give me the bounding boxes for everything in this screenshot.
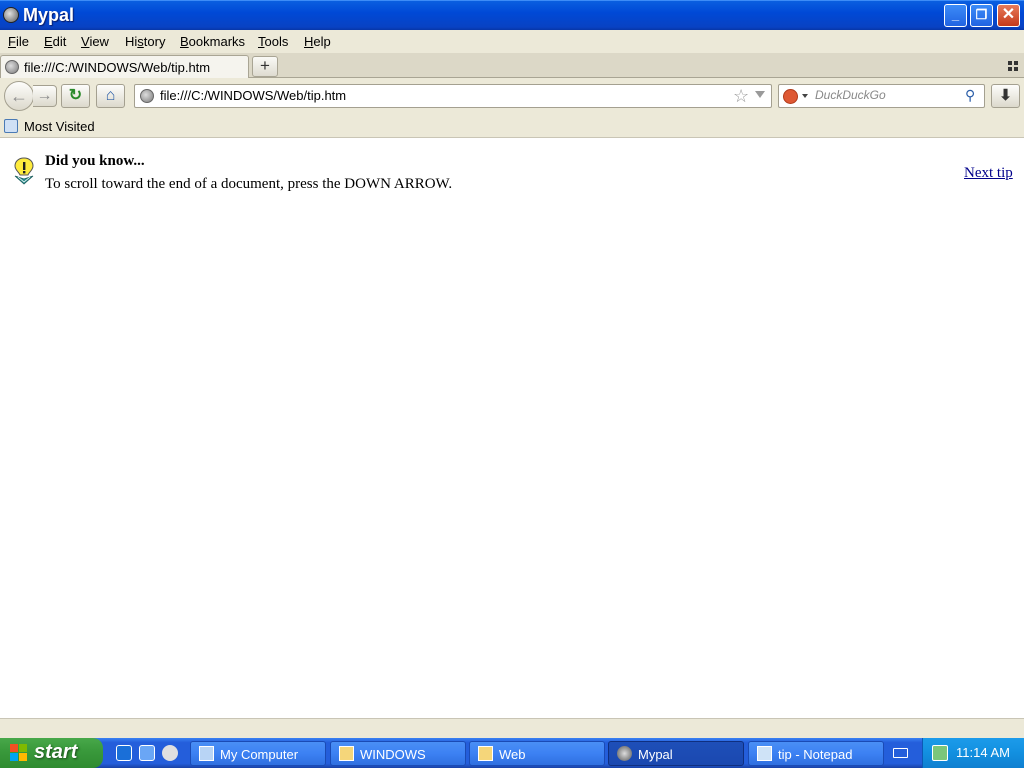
menu-tools[interactable]: Tools [258, 34, 288, 49]
clock[interactable]: 11:14 AM [956, 745, 1010, 760]
start-button[interactable]: start [0, 738, 103, 768]
folder-icon [478, 746, 493, 761]
windows-flag-icon [10, 744, 28, 762]
engine-dropdown-icon[interactable] [802, 94, 808, 98]
close-button[interactable]: ✕ [997, 4, 1020, 27]
task-label: Web [499, 747, 526, 762]
task-label: WINDOWS [360, 747, 426, 762]
page-content: Did you know... To scroll toward the end… [0, 139, 1024, 718]
task-label: Mypal [638, 747, 673, 762]
bookmarks-toolbar: Most Visited [0, 114, 1024, 138]
bookmark-star-icon[interactable]: ☆ [733, 86, 749, 107]
title-bar: Mypal _ ❐ ✕ [0, 0, 1024, 30]
most-visited-bookmark[interactable]: Most Visited [24, 119, 95, 134]
minimize-button[interactable]: _ [944, 4, 967, 27]
mypal-icon [617, 746, 632, 761]
menu-help[interactable]: Help [304, 34, 331, 49]
media-player-icon[interactable] [162, 745, 178, 761]
tab-tip[interactable]: file:///C:/WINDOWS/Web/tip.htm [0, 55, 249, 79]
navigation-bar: ← → ↻ ⌂ file:///C:/WINDOWS/Web/tip.htm ☆… [0, 78, 1024, 114]
status-bar [0, 718, 1024, 738]
new-tab-button[interactable]: + [252, 56, 278, 77]
taskbar: start My Computer WINDOWS Web Mypal tip … [0, 738, 1024, 768]
tip-text: To scroll toward the end of a document, … [45, 176, 453, 192]
downloads-button[interactable]: ⬇ [991, 84, 1020, 108]
tip-heading: Did you know... [45, 153, 145, 169]
bookmark-folder-icon [4, 119, 18, 133]
task-web-folder[interactable]: Web [469, 741, 605, 766]
network-icon[interactable] [932, 745, 948, 761]
task-my-computer[interactable]: My Computer [190, 741, 326, 766]
restore-button[interactable]: ❐ [970, 4, 993, 27]
home-button[interactable]: ⌂ [96, 84, 125, 108]
folder-icon [339, 746, 354, 761]
url-bar[interactable]: file:///C:/WINDOWS/Web/tip.htm ☆ [134, 84, 772, 108]
reload-button[interactable]: ↻ [61, 84, 90, 108]
task-label: My Computer [220, 747, 299, 762]
tab-strip: file:///C:/WINDOWS/Web/tip.htm + [0, 53, 1024, 79]
list-all-tabs-icon[interactable] [1008, 61, 1018, 71]
back-button[interactable]: ← [4, 81, 34, 111]
system-tray: 11:14 AM [922, 738, 1024, 768]
menu-bar: File Edit View History Bookmarks Tools H… [0, 30, 1024, 53]
duckduckgo-icon[interactable] [783, 89, 798, 104]
menu-edit[interactable]: Edit [44, 34, 66, 49]
mypal-app-icon[interactable] [3, 7, 19, 23]
internet-explorer-icon[interactable] [116, 745, 132, 761]
search-bar[interactable]: ⚲ [778, 84, 985, 108]
menu-history[interactable]: History [125, 34, 165, 49]
keyboard-icon[interactable] [893, 748, 908, 758]
next-tip-link[interactable]: Next tip [964, 165, 1013, 182]
task-notepad[interactable]: tip - Notepad [748, 741, 884, 766]
tab-label: file:///C:/WINDOWS/Web/tip.htm [24, 60, 211, 75]
window-title: Mypal [23, 5, 75, 25]
notepad-icon [757, 746, 772, 761]
start-label: start [34, 741, 78, 763]
search-icon[interactable]: ⚲ [965, 87, 975, 104]
ie-shortcut-icon[interactable] [139, 745, 155, 761]
url-history-dropdown-icon[interactable] [755, 91, 765, 98]
task-windows-folder[interactable]: WINDOWS [330, 741, 466, 766]
menu-file[interactable]: File [8, 34, 29, 49]
menu-view[interactable]: View [81, 34, 109, 49]
search-input[interactable] [815, 88, 955, 102]
menu-bookmarks[interactable]: Bookmarks [180, 34, 245, 49]
forward-button[interactable]: → [33, 85, 57, 107]
url-text[interactable]: file:///C:/WINDOWS/Web/tip.htm [160, 88, 346, 103]
computer-icon [199, 746, 214, 761]
globe-icon [5, 60, 19, 74]
task-mypal[interactable]: Mypal [608, 741, 744, 766]
tip-lightbulb-icon [14, 157, 34, 185]
task-label: tip - Notepad [778, 747, 853, 762]
globe-icon [140, 89, 154, 103]
